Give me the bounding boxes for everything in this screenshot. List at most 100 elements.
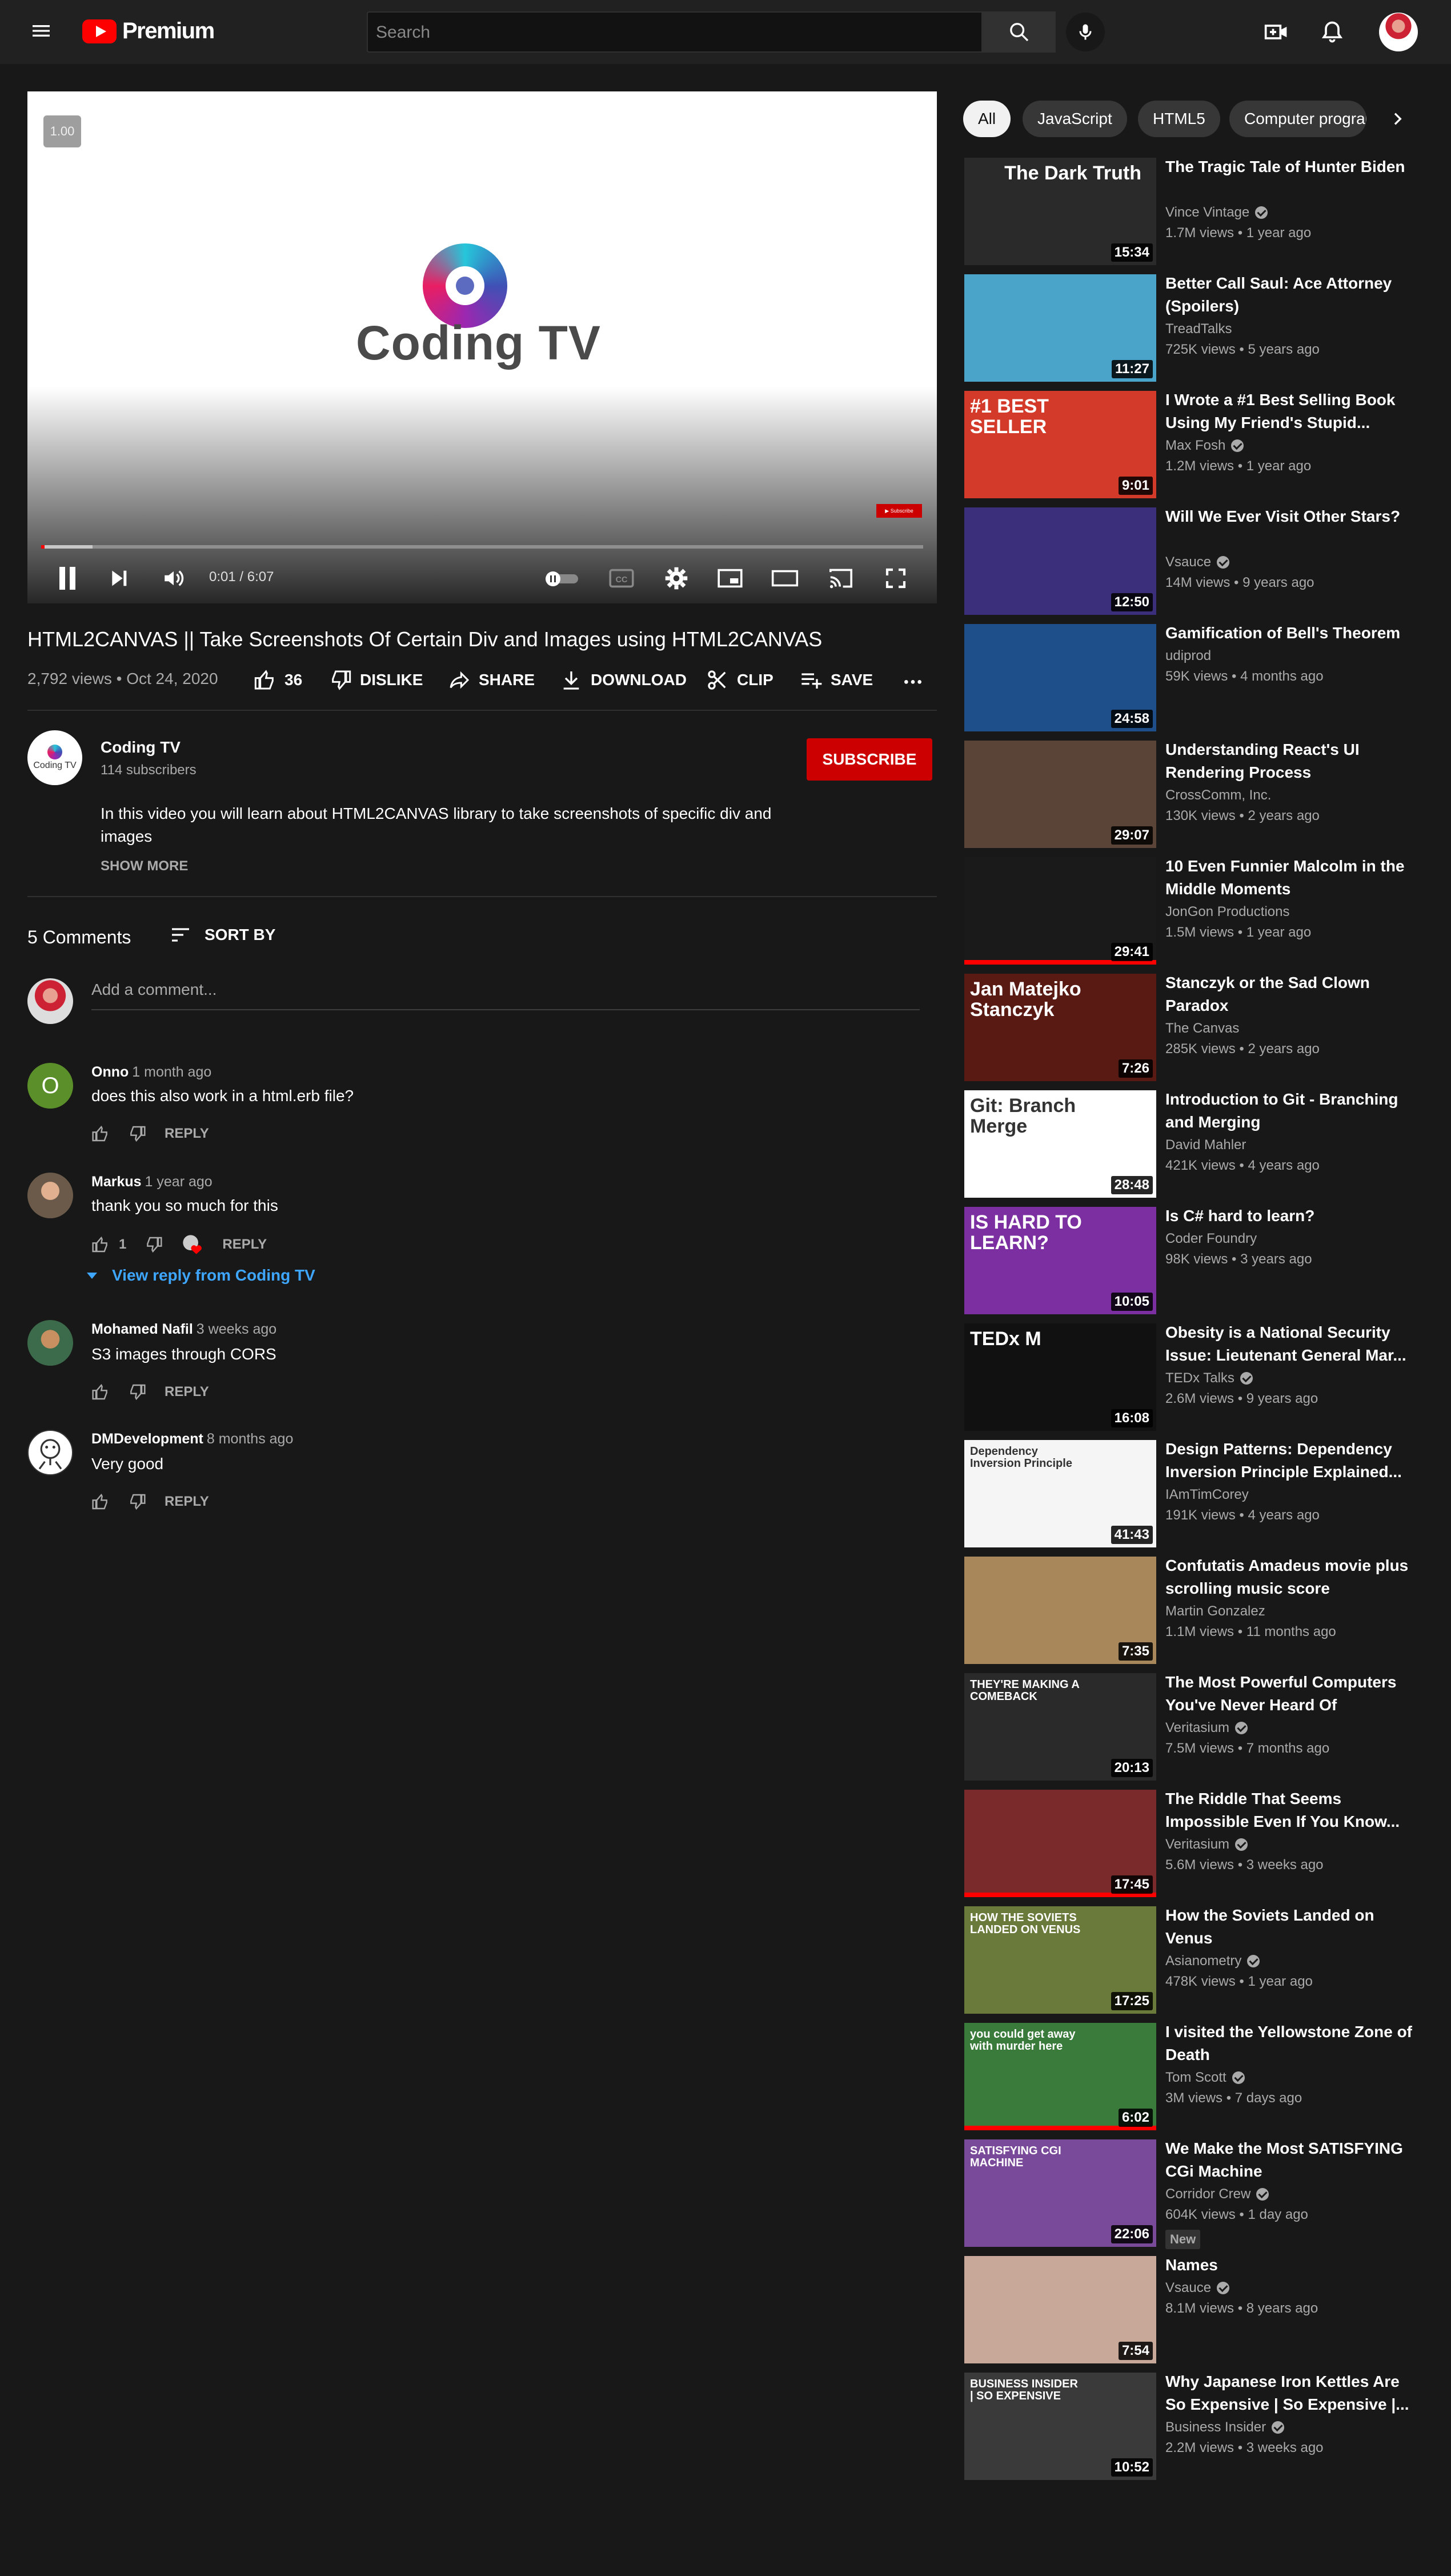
related-video-title[interactable]: Stanczyk or the Sad Clown Paradox bbox=[1165, 971, 1417, 1017]
miniplayer-button[interactable] bbox=[713, 561, 747, 595]
channel-name[interactable]: Veritasium bbox=[1165, 1837, 1229, 1853]
related-video-thumbnail[interactable]: 7:35 bbox=[964, 1557, 1156, 1664]
comment-time[interactable]: 8 months ago bbox=[207, 1431, 294, 1447]
related-video-channel[interactable]: udiprod bbox=[1165, 648, 1211, 664]
related-video-title[interactable]: How the Soviets Landed on Venus bbox=[1165, 1904, 1417, 1950]
download-button[interactable]: DOWNLOAD bbox=[560, 663, 687, 697]
related-video-thumbnail[interactable]: 29:41 bbox=[964, 857, 1156, 965]
related-video-thumbnail[interactable]: Git: Branch Merge 28:48 bbox=[964, 1090, 1156, 1198]
sort-by-button[interactable]: SORT BY bbox=[169, 923, 275, 946]
related-video-title[interactable]: The Riddle That Seems Impossible Even If… bbox=[1165, 1787, 1417, 1833]
related-video-thumbnail[interactable]: Dependency Inversion Principle 41:43 bbox=[964, 1440, 1156, 1547]
thumbs-up-icon[interactable] bbox=[91, 1235, 110, 1254]
related-video-title[interactable]: I Wrote a #1 Best Selling Book Using My … bbox=[1165, 389, 1417, 434]
progress-bar[interactable] bbox=[41, 545, 923, 549]
cast-button[interactable] bbox=[824, 561, 858, 595]
related-video-title[interactable]: Obesity is a National Security Issue: Li… bbox=[1165, 1321, 1417, 1367]
notifications-button[interactable] bbox=[1318, 18, 1346, 46]
subscribe-watermark[interactable]: ▶ Subscribe bbox=[876, 504, 922, 518]
channel-name[interactable]: udiprod bbox=[1165, 648, 1211, 664]
youtube-premium-logo[interactable]: Premium bbox=[82, 18, 215, 44]
related-video-title[interactable]: The Most Powerful Computers You've Never… bbox=[1165, 1671, 1417, 1717]
related-video-title[interactable]: Names bbox=[1165, 2254, 1417, 2277]
comment-author[interactable]: Markus 1 year ago bbox=[91, 1174, 213, 1190]
show-more-button[interactable]: SHOW MORE bbox=[101, 858, 188, 874]
related-video-channel[interactable]: Coder Foundry bbox=[1165, 1231, 1257, 1247]
pause-button[interactable] bbox=[50, 561, 85, 595]
related-video-title[interactable]: Why Japanese Iron Kettles Are So Expensi… bbox=[1165, 2370, 1417, 2416]
search-button[interactable] bbox=[983, 11, 1056, 53]
reply-button[interactable]: REPLY bbox=[165, 1494, 209, 1510]
related-video-title[interactable]: Design Patterns: Dependency Inversion Pr… bbox=[1165, 1438, 1417, 1483]
clip-button[interactable]: CLIP bbox=[706, 663, 773, 697]
related-video-title[interactable]: Confutatis Amadeus movie plus scrolling … bbox=[1165, 1554, 1417, 1600]
related-video-thumbnail[interactable]: THEY'RE MAKING A COMEBACK 20:13 bbox=[964, 1673, 1156, 1781]
channel-name[interactable]: Corridor Crew bbox=[1165, 2186, 1250, 2202]
channel-name[interactable]: Vsauce bbox=[1165, 554, 1211, 570]
voice-search-button[interactable] bbox=[1066, 13, 1105, 51]
related-video-channel[interactable]: Vince Vintage bbox=[1165, 205, 1268, 221]
commenter-avatar[interactable] bbox=[27, 1320, 73, 1366]
view-reply-button[interactable]: View reply from Coding TV bbox=[87, 1266, 315, 1285]
share-button[interactable]: SHARE bbox=[448, 663, 535, 697]
thumbs-down-icon[interactable] bbox=[128, 1493, 146, 1511]
create-video-button[interactable] bbox=[1262, 18, 1290, 46]
related-video-thumbnail[interactable]: 11:27 bbox=[964, 274, 1156, 382]
related-video-title[interactable]: Will We Ever Visit Other Stars? bbox=[1165, 505, 1417, 528]
related-video-thumbnail[interactable]: 12:50 bbox=[964, 507, 1156, 615]
related-video-channel[interactable]: JonGon Productions bbox=[1165, 904, 1289, 920]
related-video-channel[interactable]: The Canvas bbox=[1165, 1021, 1239, 1037]
related-video-channel[interactable]: IAmTimCorey bbox=[1165, 1487, 1249, 1503]
chip-computer-programming[interactable]: Computer programming bbox=[1229, 101, 1366, 137]
related-video-thumbnail[interactable]: The Dark Truth 15:34 bbox=[964, 158, 1156, 265]
channel-name[interactable]: Coder Foundry bbox=[1165, 1231, 1257, 1247]
related-video-channel[interactable]: Corridor Crew bbox=[1165, 2186, 1269, 2202]
related-video-channel[interactable]: Vsauce bbox=[1165, 2280, 1230, 2296]
menu-icon[interactable] bbox=[30, 19, 53, 42]
thumbs-down-icon[interactable] bbox=[145, 1235, 163, 1254]
comment-time[interactable]: 1 month ago bbox=[132, 1064, 211, 1080]
related-video-channel[interactable]: TEDx Talks bbox=[1165, 1370, 1253, 1386]
reply-button[interactable]: REPLY bbox=[165, 1126, 209, 1142]
thumbs-down-icon[interactable] bbox=[128, 1383, 146, 1401]
channel-name[interactable]: David Mahler bbox=[1165, 1137, 1246, 1153]
related-video-channel[interactable]: Asianometry bbox=[1165, 1953, 1260, 1969]
reply-button[interactable]: REPLY bbox=[165, 1384, 209, 1400]
related-video-channel[interactable]: Tom Scott bbox=[1165, 2070, 1245, 2086]
comment-time[interactable]: 3 weeks ago bbox=[197, 1321, 276, 1337]
chip-html5[interactable]: HTML5 bbox=[1138, 101, 1220, 137]
search-input[interactable]: Search bbox=[367, 11, 983, 53]
channel-name[interactable]: Veritasium bbox=[1165, 1720, 1229, 1736]
next-button[interactable] bbox=[102, 561, 136, 595]
more-actions-button[interactable] bbox=[901, 663, 932, 697]
channel-avatar[interactable]: Coding TV bbox=[27, 730, 82, 785]
channel-name[interactable]: IAmTimCorey bbox=[1165, 1487, 1249, 1503]
volume-button[interactable] bbox=[157, 561, 191, 595]
fullscreen-button[interactable] bbox=[879, 561, 913, 595]
theater-mode-button[interactable] bbox=[768, 561, 802, 595]
account-avatar[interactable] bbox=[1379, 13, 1418, 51]
related-video-title[interactable]: We Make the Most SATISFYING CGi Machine bbox=[1165, 2137, 1417, 2183]
add-comment-input[interactable]: Add a comment... bbox=[91, 981, 920, 1010]
thumbs-up-icon[interactable] bbox=[91, 1493, 110, 1511]
related-video-channel[interactable]: Max Fosh bbox=[1165, 438, 1244, 454]
related-video-channel[interactable]: Business Insider bbox=[1165, 2419, 1285, 2435]
related-video-title[interactable]: The Tragic Tale of Hunter Biden bbox=[1165, 155, 1417, 178]
commenter-avatar[interactable] bbox=[27, 1173, 73, 1218]
channel-name[interactable]: JonGon Productions bbox=[1165, 904, 1289, 920]
related-video-thumbnail[interactable]: 17:45 bbox=[964, 1790, 1156, 1897]
related-video-title[interactable]: Is C# hard to learn? bbox=[1165, 1205, 1417, 1227]
author-name[interactable]: DMDevelopment bbox=[91, 1431, 203, 1447]
chip-javascript[interactable]: JavaScript bbox=[1023, 101, 1127, 137]
related-video-thumbnail[interactable]: 7:54 bbox=[964, 2256, 1156, 2363]
dislike-button[interactable]: DISLIKE bbox=[329, 663, 423, 697]
channel-name[interactable]: Asianometry bbox=[1165, 1953, 1241, 1969]
related-video-title[interactable]: 10 Even Funnier Malcolm in the Middle Mo… bbox=[1165, 855, 1417, 901]
reply-button[interactable]: REPLY bbox=[222, 1237, 267, 1253]
related-video-title[interactable]: Gamification of Bell's Theorem bbox=[1165, 622, 1417, 645]
related-video-channel[interactable]: Vsauce bbox=[1165, 554, 1230, 570]
channel-name[interactable]: Martin Gonzalez bbox=[1165, 1603, 1265, 1619]
related-video-thumbnail[interactable]: IS HARD TO LEARN? 10:05 bbox=[964, 1207, 1156, 1314]
related-video-channel[interactable]: Veritasium bbox=[1165, 1720, 1248, 1736]
save-button[interactable]: SAVE bbox=[800, 663, 873, 697]
